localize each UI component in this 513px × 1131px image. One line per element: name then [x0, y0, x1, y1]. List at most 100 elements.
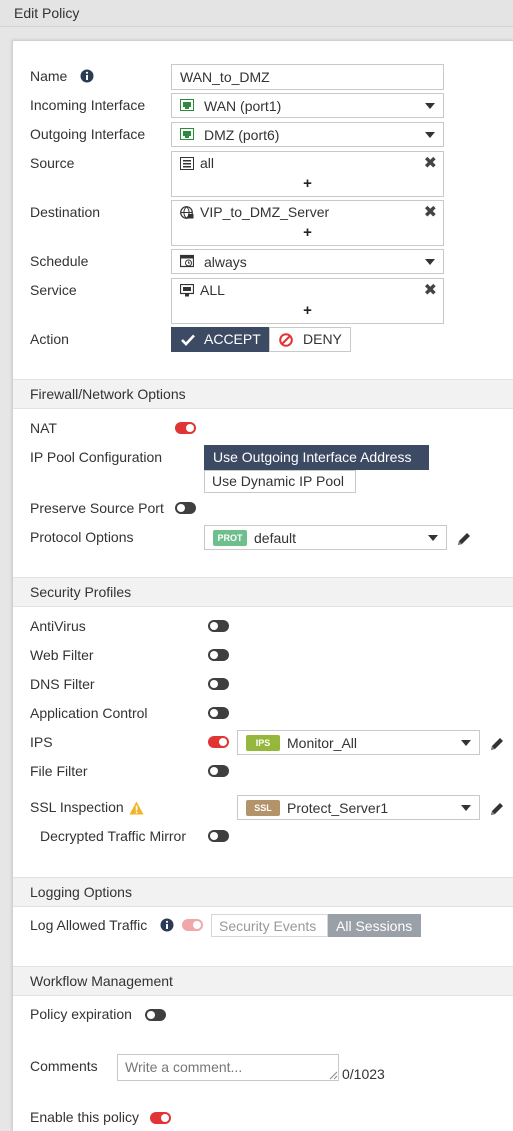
schedule-value: always [204, 254, 247, 270]
ips-value: Monitor_All [287, 735, 358, 751]
enable-policy-toggle[interactable] [150, 1112, 171, 1124]
pencil-icon[interactable] [489, 801, 505, 817]
logging-section-header: Logging Options [13, 877, 513, 907]
ssl-inspection-select[interactable]: SSL Protect_Server1 [237, 795, 480, 820]
incoming-interface-value: WAN (port1) [204, 98, 282, 114]
monitor-icon [180, 284, 194, 297]
add-service-button[interactable]: + [172, 302, 443, 319]
pencil-icon[interactable] [489, 736, 505, 752]
ips-select[interactable]: IPS Monitor_All [237, 730, 480, 755]
destination-label: Destination [30, 204, 101, 220]
outgoing-interface-value: DMZ (port6) [204, 127, 280, 143]
web-filter-toggle[interactable] [208, 649, 229, 661]
log-security-events-option[interactable]: Security Events [211, 914, 328, 937]
security-profiles-section-header: Security Profiles [13, 577, 513, 607]
network-port-icon [180, 128, 194, 140]
log-all-sessions-option[interactable]: All Sessions [328, 914, 421, 937]
outgoing-interface-select[interactable]: DMZ (port6) [171, 122, 444, 147]
protocol-options-label: Protocol Options [30, 529, 134, 545]
name-field[interactable]: WAN_to_DMZ [171, 64, 444, 90]
check-icon [181, 334, 195, 346]
action-label: Action [30, 331, 69, 347]
deny-button[interactable]: DENY [269, 327, 351, 352]
accept-label: ACCEPT [204, 331, 261, 347]
window-title: Edit Policy [0, 0, 513, 27]
ip-pool-outgoing-option[interactable]: Use Outgoing Interface Address [204, 445, 429, 470]
policy-expiration-toggle[interactable] [145, 1009, 166, 1021]
schedule-select[interactable]: always [171, 249, 444, 274]
antivirus-toggle[interactable] [208, 620, 229, 632]
nat-label: NAT [30, 420, 57, 436]
deny-label: DENY [303, 331, 342, 347]
warning-icon [129, 801, 144, 815]
decrypted-traffic-mirror-label: Decrypted Traffic Mirror [40, 828, 186, 844]
deny-icon [279, 333, 293, 347]
comments-textarea[interactable]: Write a comment... [117, 1054, 339, 1081]
add-destination-button[interactable]: + [172, 224, 443, 241]
pencil-icon[interactable] [456, 531, 472, 547]
file-filter-label: File Filter [30, 763, 88, 779]
service-field[interactable]: ALL ✖ + [171, 278, 444, 324]
ips-label: IPS [30, 734, 53, 750]
preserve-source-port-label: Preserve Source Port [30, 500, 164, 516]
preserve-source-port-toggle[interactable] [175, 502, 196, 514]
log-allowed-traffic-label: Log Allowed Traffic [30, 917, 148, 933]
name-label: Name [30, 68, 68, 84]
nat-toggle[interactable] [175, 422, 196, 434]
firewall-section-header: Firewall/Network Options [13, 379, 513, 409]
dns-filter-label: DNS Filter [30, 676, 95, 692]
incoming-interface-label: Incoming Interface [30, 97, 146, 113]
file-filter-toggle[interactable] [208, 765, 229, 777]
workflow-section-header: Workflow Management [13, 966, 513, 996]
ssl-inspection-label: SSL Inspection [30, 799, 124, 815]
chevron-down-icon [461, 805, 471, 811]
chevron-down-icon [428, 535, 438, 541]
prot-badge: PROT [213, 530, 247, 546]
ip-pool-dynamic-option[interactable]: Use Dynamic IP Pool [204, 470, 356, 493]
chevron-down-icon [425, 103, 435, 109]
ssl-inspection-value: Protect_Server1 [287, 800, 389, 816]
ip-pool-label: IP Pool Configuration [30, 449, 163, 465]
source-field[interactable]: all ✖ + [171, 151, 444, 197]
protocol-options-value: default [254, 530, 297, 546]
dns-filter-toggle[interactable] [208, 678, 229, 690]
close-icon[interactable]: ✖ [424, 280, 437, 300]
antivirus-label: AntiVirus [30, 618, 86, 634]
protocol-options-select[interactable]: PROT default [204, 525, 447, 550]
close-icon[interactable]: ✖ [424, 202, 437, 222]
outgoing-interface-label: Outgoing Interface [30, 126, 146, 142]
comments-label: Comments [30, 1058, 98, 1074]
application-control-toggle[interactable] [208, 707, 229, 719]
edit-policy-panel: Name WAN_to_DMZ Incoming Interface WAN (… [12, 40, 513, 1131]
log-allowed-traffic-toggle[interactable] [182, 919, 203, 931]
resize-handle-icon[interactable] [329, 1071, 338, 1080]
chevron-down-icon [461, 740, 471, 746]
comment-counter: 0/1023 [342, 1066, 385, 1082]
calendar-icon [180, 254, 194, 268]
service-label: Service [30, 282, 77, 298]
source-value: all [200, 155, 215, 171]
name-value: WAN_to_DMZ [180, 69, 270, 85]
virtual-ip-icon [180, 206, 194, 219]
policy-expiration-label: Policy expiration [30, 1006, 132, 1022]
schedule-label: Schedule [30, 253, 89, 269]
add-source-button[interactable]: + [172, 175, 443, 192]
info-icon[interactable] [160, 918, 174, 932]
ips-badge: IPS [246, 735, 280, 751]
destination-value: VIP_to_DMZ_Server [200, 204, 330, 220]
network-port-icon [180, 99, 194, 111]
ssl-badge: SSL [246, 800, 280, 816]
chevron-down-icon [425, 132, 435, 138]
info-icon[interactable] [80, 69, 94, 83]
address-list-icon [180, 157, 194, 170]
chevron-down-icon [425, 259, 435, 265]
enable-policy-label: Enable this policy [30, 1109, 139, 1125]
destination-field[interactable]: VIP_to_DMZ_Server ✖ + [171, 200, 444, 246]
web-filter-label: Web Filter [30, 647, 94, 663]
incoming-interface-select[interactable]: WAN (port1) [171, 93, 444, 118]
close-icon[interactable]: ✖ [424, 153, 437, 173]
accept-button[interactable]: ACCEPT [171, 327, 269, 352]
ips-toggle[interactable] [208, 736, 229, 748]
application-control-label: Application Control [30, 705, 148, 721]
decrypted-traffic-mirror-toggle[interactable] [208, 830, 229, 842]
